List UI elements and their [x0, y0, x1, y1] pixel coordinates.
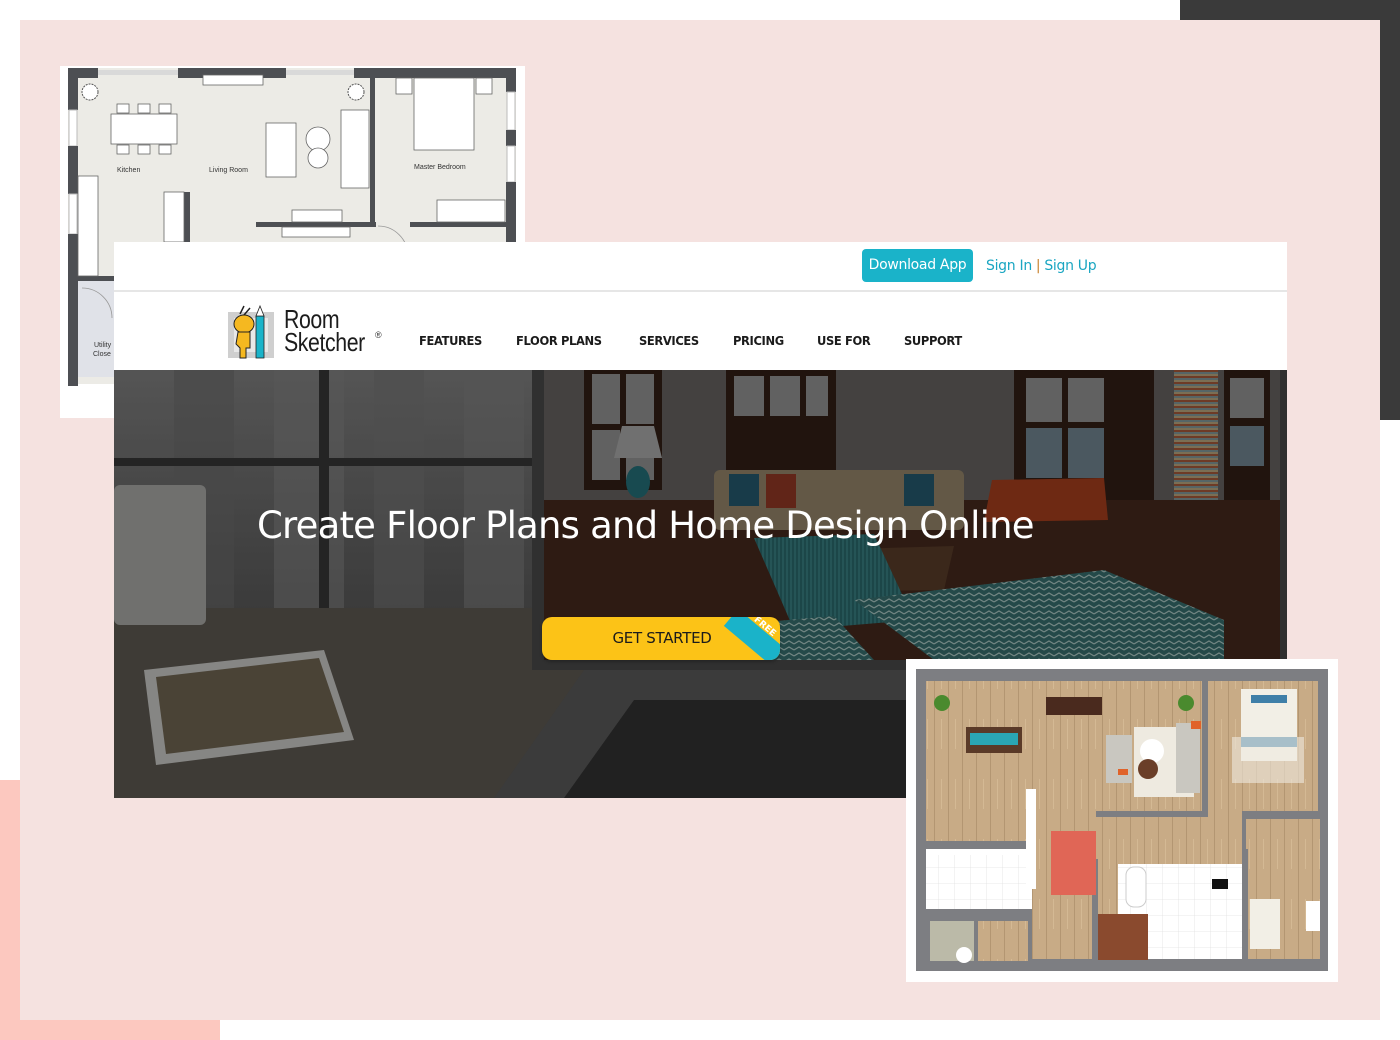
sign-in-link[interactable]: Sign In	[986, 258, 1032, 274]
nav-pricing[interactable]: PRICING	[733, 333, 784, 348]
chair	[158, 144, 172, 155]
auth-separator: |	[1035, 258, 1041, 274]
bathtub	[1125, 866, 1147, 908]
wall	[68, 234, 78, 386]
chair	[116, 144, 130, 155]
bedroom-rug	[1232, 737, 1304, 783]
sofa	[1106, 735, 1132, 783]
nav-floor-plans[interactable]: FLOOR PLANS	[516, 333, 602, 348]
kitchen-counter	[163, 191, 185, 243]
wardrobe	[436, 199, 506, 223]
dining-table	[110, 113, 178, 145]
room-label-utility: Utility	[94, 342, 112, 349]
window	[506, 145, 516, 183]
ottoman	[307, 147, 329, 169]
chair	[137, 103, 151, 114]
room-label-closet: Close	[93, 351, 111, 358]
wall	[370, 78, 375, 224]
sofa	[1176, 723, 1200, 793]
window	[68, 193, 78, 235]
plant	[347, 83, 365, 101]
wall	[410, 222, 510, 227]
room-label-kitchen: Kitchen	[117, 167, 141, 174]
cushion	[1118, 769, 1128, 775]
window	[506, 91, 516, 131]
round-table	[1140, 739, 1164, 763]
sofa	[340, 109, 370, 189]
tv-console	[202, 74, 264, 86]
wall	[1242, 849, 1248, 961]
wc-floor	[978, 921, 1028, 961]
download-app-button[interactable]: Download App	[862, 249, 973, 282]
plant	[1178, 695, 1194, 711]
laundry-floor	[926, 854, 1032, 909]
wall	[256, 222, 376, 227]
coffee-table	[305, 126, 331, 152]
room-label-living-room: Living Room	[209, 167, 248, 174]
chair	[116, 103, 130, 114]
chair	[137, 144, 151, 155]
hero-title: Create Floor Plans and Home Design Onlin…	[257, 504, 1035, 547]
cabinet	[281, 226, 351, 238]
bed	[413, 77, 475, 151]
logo-wordmark: Room Sketcher	[284, 306, 365, 357]
floor-plan-3d-image	[906, 659, 1338, 982]
sideboard	[1046, 697, 1102, 715]
wall	[354, 68, 516, 78]
sauna-floor	[1098, 914, 1148, 960]
plant	[81, 83, 99, 101]
main-navbar: Room Sketcher ® FEATURES FLOOR PLANS SER…	[114, 294, 1287, 370]
wall	[506, 130, 516, 146]
room-label-master-bedroom: Master Bedroom	[414, 164, 466, 171]
roomsketcher-logo[interactable]: Room Sketcher ®	[228, 302, 388, 362]
pillow	[1251, 695, 1287, 703]
get-started-button[interactable]: GET STARTED FREE	[542, 617, 780, 660]
chair	[158, 103, 172, 114]
top-bar: Download App Sign In | Sign Up	[114, 242, 1287, 292]
sign-up-link[interactable]: Sign Up	[1044, 258, 1096, 274]
wall	[506, 182, 516, 246]
wall	[506, 68, 516, 92]
nightstand	[395, 77, 413, 95]
window	[68, 109, 78, 147]
wall	[68, 146, 78, 194]
logo-text-line2: Sketcher	[284, 327, 365, 357]
toilet	[1212, 879, 1228, 889]
auth-links: Sign In | Sign Up	[986, 258, 1097, 274]
registered-mark: ®	[375, 330, 382, 340]
floor-plan-3d-drawing	[916, 669, 1328, 971]
counter	[926, 849, 1032, 855]
round-ottoman	[1138, 759, 1158, 779]
table-runner	[970, 733, 1018, 745]
plant	[934, 695, 950, 711]
wall	[68, 68, 78, 110]
window	[98, 70, 178, 75]
window	[286, 70, 354, 75]
red-rug	[1051, 831, 1096, 895]
wall	[1202, 675, 1208, 815]
nav-support[interactable]: SUPPORT	[904, 333, 962, 348]
desk	[1306, 901, 1320, 931]
nightstand	[475, 77, 493, 95]
wall	[1242, 811, 1324, 817]
mascot-with-pencil-icon	[228, 304, 274, 359]
counter	[1026, 789, 1036, 889]
nav-use-for[interactable]: USE FOR	[817, 333, 871, 348]
wall	[1096, 811, 1208, 817]
primary-nav: FEATURES FLOOR PLANS SERVICES PRICING US…	[419, 333, 996, 348]
nav-features[interactable]: FEATURES	[419, 333, 482, 348]
single-bed	[1250, 899, 1280, 949]
stool	[956, 947, 972, 963]
sofa	[265, 122, 297, 178]
nav-services[interactable]: SERVICES	[639, 333, 699, 348]
kitchen-counter	[77, 175, 99, 277]
cabinet	[291, 209, 343, 223]
cushion	[1191, 721, 1201, 729]
